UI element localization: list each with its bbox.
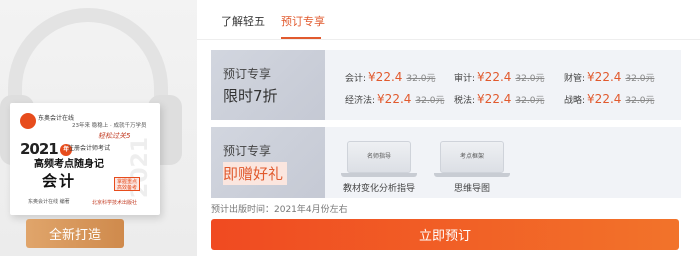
price-current: ¥22.4	[377, 92, 412, 106]
preorder-button[interactable]: 立即预订	[211, 219, 679, 250]
price-original: 32.0元	[415, 96, 445, 106]
price-label: 战略:	[564, 96, 586, 106]
gift-caption: 教材变化分析指导	[342, 184, 415, 194]
laptop-screen-icon: 考点框架	[440, 141, 504, 173]
page: 东奥会计在线 23年来 稳稳上 · 成就千万学员 轻松过关5 2021 年 注册会…	[0, 0, 700, 256]
price-original: 32.0元	[515, 74, 545, 84]
book-cover: 东奥会计在线 23年来 稳稳上 · 成就千万学员 轻松过关5 2021 年 注册会…	[10, 103, 160, 215]
price-item-economic-law: 经济法: ¥22.4 32.0元	[345, 92, 444, 106]
discount-tag-title: 预订专享	[223, 67, 272, 81]
new-build-button[interactable]: 全新打造	[26, 219, 124, 248]
price-label: 经济法:	[345, 96, 376, 106]
gift-tag-value: 即赠好礼	[223, 162, 288, 185]
price-label: 税法:	[454, 96, 476, 106]
detail-panel: 了解轻五 预订专享 预订专享 限时7折 会计: ¥22.4 32.0元 审计: ¥22…	[197, 0, 700, 256]
gift-row: 预订专享 即赠好礼 名师指导 教材变化分析指导 考点框架 思维导图	[211, 127, 681, 198]
laptop-screen-icon: 名师指导	[347, 141, 411, 173]
price-label: 审计:	[454, 74, 476, 84]
price-item-tax-law: 税法: ¥22.4 32.0元	[454, 92, 544, 106]
price-original: 32.0元	[625, 74, 655, 84]
discount-tag: 预订专享 限时7折	[211, 50, 325, 120]
laptop-base-icon	[434, 173, 510, 177]
gift-item-mindmap: 考点框架 思维导图	[434, 141, 510, 194]
publish-time: 预计出版时间：2021年4月份左右	[211, 205, 348, 215]
gift-item-analysis: 名师指导 教材变化分析指导	[341, 141, 417, 194]
price-label: 会计:	[345, 74, 367, 84]
gift-caption: 思维导图	[453, 184, 490, 194]
price-item-strategy: 战略: ¥22.4 32.0元	[564, 92, 654, 106]
discount-row: 预订专享 限时7折 会计: ¥22.4 32.0元 审计: ¥22.4 32.0元 财管…	[211, 50, 681, 120]
price-item-audit: 审计: ¥22.4 32.0元	[454, 70, 544, 84]
price-current: ¥22.4	[587, 92, 622, 106]
book-brand: 东奥会计在线	[38, 115, 75, 122]
price-item-accounting: 会计: ¥22.4 32.0元	[345, 70, 435, 84]
gift-tag: 预订专享 即赠好礼	[211, 127, 325, 198]
tab-preorder[interactable]: 预订专享	[281, 13, 325, 29]
price-current: ¥22.4	[477, 92, 512, 106]
price-original: 32.0元	[625, 96, 655, 106]
gift-tag-title: 预订专享	[223, 144, 272, 158]
brand-logo-icon	[20, 113, 36, 129]
tab-bar: 了解轻五 预订专享	[197, 0, 700, 40]
book-title: 高频考点随身记	[34, 159, 104, 170]
price-current: ¥22.4	[587, 70, 622, 84]
price-current: ¥22.4	[477, 70, 512, 84]
product-image-area: 东奥会计在线 23年来 稳稳上 · 成就千万学员 轻松过关5 2021 年 注册会…	[0, 0, 205, 256]
laptop-base-icon	[341, 173, 417, 177]
tab-learn-more[interactable]: 了解轻五	[221, 13, 265, 29]
discount-tag-value: 限时7折	[223, 87, 278, 105]
book-tag: 掌握重点 高效备考	[114, 177, 140, 191]
book-exam: 注册会计师考试	[68, 145, 111, 152]
price-original: 32.0元	[406, 74, 436, 84]
price-label: 财管:	[564, 74, 586, 84]
price-item-finance: 财管: ¥22.4 32.0元	[564, 70, 654, 84]
book-author: 东奥会计在线 编著	[28, 199, 70, 205]
book-subject: 会计	[42, 172, 77, 190]
book-handwriting: 轻松过关5	[98, 132, 131, 140]
tab-active-indicator	[281, 37, 321, 39]
book-publisher: 北京科学技术出版社	[92, 200, 138, 206]
price-original: 32.0元	[515, 96, 545, 106]
book-slogan: 23年来 稳稳上 · 成就千万学员	[72, 123, 147, 129]
price-current: ¥22.4	[368, 70, 403, 84]
